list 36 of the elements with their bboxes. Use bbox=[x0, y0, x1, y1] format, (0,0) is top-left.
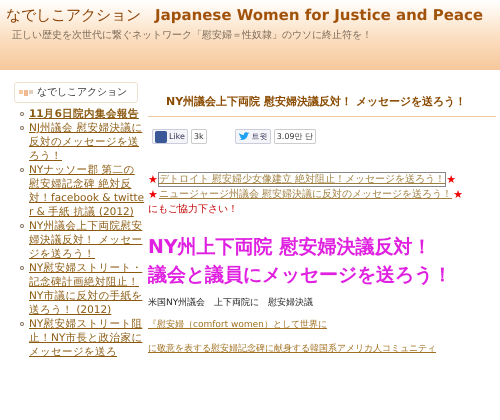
sidebar-link[interactable]: NY慰安婦ストリート阻止！NY市長と政治家にメッセージを送ろ bbox=[29, 317, 145, 359]
site-tagline: 正しい歴史を次世代に繋ぐネットワーク「慰安婦＝性奴隷」のウソに終止符を！ bbox=[12, 28, 373, 42]
site-title: なでしこアクション bbox=[6, 5, 141, 26]
bullet-icon bbox=[20, 322, 24, 326]
note-text: にもご協力下さい！ bbox=[148, 202, 239, 217]
bullet-icon bbox=[20, 112, 24, 116]
share-button[interactable]: 트윗 bbox=[234, 129, 271, 144]
star-mark: ★ bbox=[148, 173, 158, 186]
body-link[interactable]: に敬意を表する慰安婦記念碑に献身する韓国系アメリカ人コミュニティ bbox=[148, 344, 436, 354]
star-mark: ★ bbox=[453, 188, 463, 201]
post-link[interactable]: ニュージャージ州議会 慰安婦決議に反対のメッセージを送ろう！ bbox=[158, 187, 454, 202]
headline-text: NY州上下両院 慰安婦決議反対！ bbox=[148, 235, 432, 260]
sidebar-link[interactable]: NYナッソー郡 第二の慰安婦記念碑 絶対反対！facebook & twitter & 手紙 抗議 (2012) bbox=[29, 163, 145, 219]
body-link[interactable]: 『慰安婦（comfort women）として世界に bbox=[148, 320, 327, 330]
bullet-icon bbox=[20, 126, 24, 130]
sidebar-link[interactable]: NY州議会上下両院慰安婦決議反対！ メッセージを送ろう！ bbox=[29, 219, 145, 261]
share-button[interactable]: Like bbox=[152, 129, 188, 144]
bullet-icon bbox=[20, 224, 24, 228]
body-text: 米国NY州議会 上下両院に 慰安婦決議 bbox=[148, 297, 314, 310]
headline-text: 議会と議員にメッセージを送ろう！ bbox=[148, 263, 453, 288]
sidebar-link[interactable]: 11月6日院内集会報告 bbox=[29, 107, 145, 121]
facebook-icon bbox=[155, 130, 167, 142]
bullet-icon bbox=[20, 266, 24, 270]
site-title: Japanese Women for Justice and Peace bbox=[155, 5, 484, 26]
star-mark: ★ bbox=[446, 173, 456, 186]
star-mark: ★ bbox=[148, 188, 158, 201]
post-title: NY州議会上下両院 慰安婦決議反対！ メッセージを送ろう！ bbox=[166, 95, 466, 108]
bullet-icon bbox=[20, 168, 24, 172]
sidebar-link[interactable]: NJ州議会 慰安婦決議に反対のメッセージを送ろう！ bbox=[29, 121, 145, 163]
heading-text: なでしこアクション bbox=[37, 86, 127, 100]
share-count: 3k bbox=[190, 129, 207, 144]
bird-icon bbox=[238, 132, 250, 142]
squares-icon bbox=[19, 90, 33, 96]
sidebar-link[interactable]: NY慰安婦ストリート・記念碑計画絶対阻止！NY市議に反対の手紙を送ろう！ (2012) bbox=[29, 261, 145, 317]
post-link[interactable]: デトロイト 慰安婦少女像建立 絶対阻止！メッセージを送ろう！ bbox=[158, 172, 446, 187]
share-count: 3.09만 단 bbox=[274, 129, 316, 144]
